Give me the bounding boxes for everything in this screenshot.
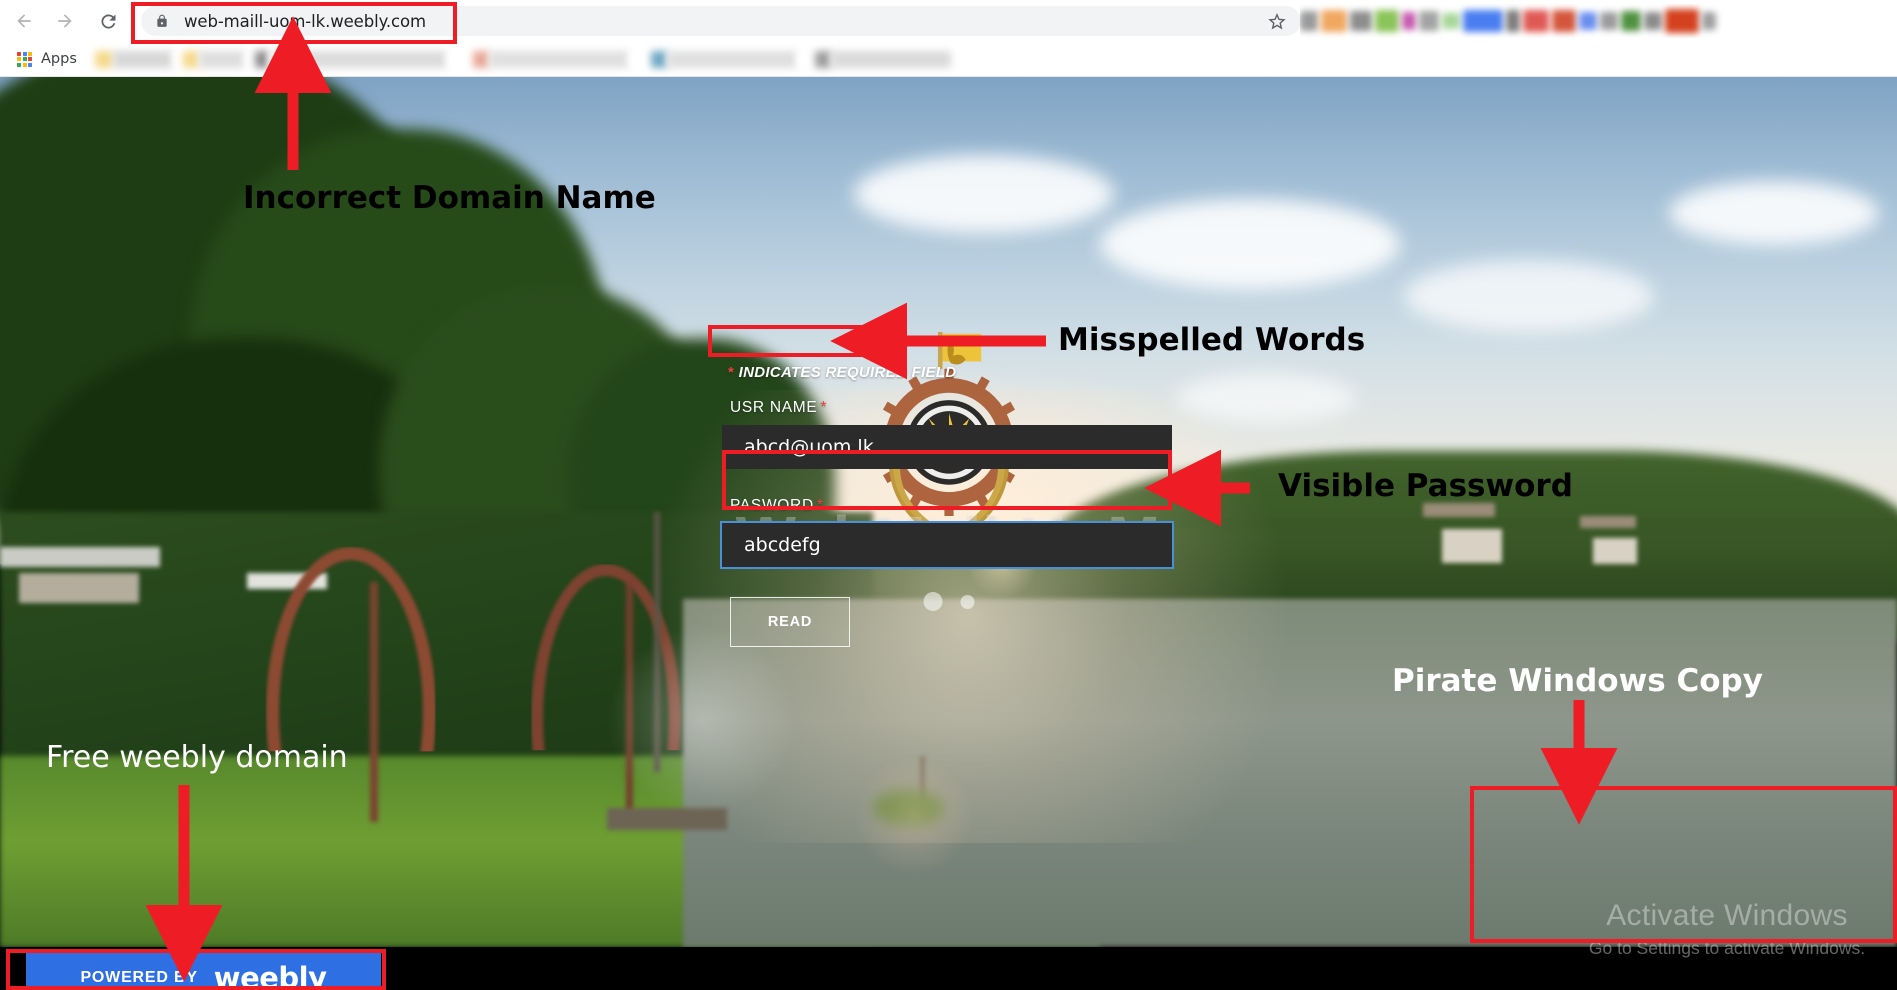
- bookmark-item[interactable]: [488, 50, 629, 68]
- extension-icon[interactable]: [1375, 10, 1399, 32]
- bookmark-item[interactable]: [198, 50, 245, 68]
- bookmark-item[interactable]: [276, 50, 297, 68]
- back-arrow-icon: [17, 14, 31, 28]
- password-label-text: PASWORD: [730, 497, 814, 514]
- username-required-asterisk: *: [820, 399, 828, 416]
- extension-icon[interactable]: [1300, 11, 1318, 31]
- powered-by-weebly-badge[interactable]: POWERED BY weebly: [26, 952, 381, 990]
- extension-icon[interactable]: [1644, 12, 1662, 30]
- username-label: USR NAME *: [730, 399, 1172, 417]
- water: [682, 599, 1897, 947]
- extension-icon[interactable]: [1621, 11, 1641, 31]
- bookmark-item[interactable]: [830, 50, 951, 68]
- reload-button[interactable]: [91, 4, 125, 38]
- password-input[interactable]: [722, 523, 1172, 567]
- login-form: * INDICATES REQUIRED FIELD USR NAME* PAS…: [722, 364, 1172, 647]
- extension-icon[interactable]: [1552, 10, 1576, 32]
- browser-window: web-maill-uom-lk.weebly.com Apps * INDIC…: [0, 0, 1897, 990]
- extension-icon[interactable]: [1579, 12, 1597, 30]
- extension-icon[interactable]: [1506, 10, 1520, 32]
- extension-icon[interactable]: [1350, 11, 1372, 31]
- extension-icons-strip: [1300, 4, 1890, 38]
- bookmark-item[interactable]: [650, 50, 667, 68]
- apps-grid-icon[interactable]: [17, 51, 32, 67]
- extension-icon[interactable]: [1442, 13, 1460, 29]
- extension-icon[interactable]: [1702, 12, 1716, 30]
- extension-icon[interactable]: [1600, 12, 1618, 30]
- username-input[interactable]: [722, 425, 1172, 469]
- omnibox-container: web-maill-uom-lk.weebly.com: [141, 6, 1301, 36]
- extension-icon[interactable]: [1665, 9, 1699, 33]
- bookmarks-bar: Apps » O: [0, 42, 1897, 112]
- forward-button[interactable]: [48, 4, 82, 38]
- password-label: PASWORD *: [730, 497, 1172, 515]
- page-viewport: WebMail UoM * INDICATES REQUIRED FIELD U…: [0, 77, 1897, 990]
- back-button[interactable]: [7, 4, 41, 38]
- bookmark-item[interactable]: [254, 50, 269, 68]
- extension-icon[interactable]: [1463, 10, 1503, 32]
- read-submit-button[interactable]: READ: [730, 597, 850, 647]
- bookmark-item[interactable]: [112, 50, 173, 68]
- required-asterisk: *: [728, 364, 735, 381]
- forward-arrow-icon: [58, 14, 72, 28]
- bookmark-item[interactable]: [296, 50, 447, 68]
- address-bar[interactable]: web-maill-uom-lk.weebly.com: [141, 6, 1301, 36]
- required-field-note: * INDICATES REQUIRED FIELD: [728, 364, 1172, 381]
- extension-icon[interactable]: [1419, 11, 1439, 31]
- bookmark-item[interactable]: [182, 50, 199, 68]
- bookmark-item[interactable]: [814, 50, 831, 68]
- username-label-text: USR NAME: [730, 399, 818, 416]
- lock-icon: [155, 13, 171, 29]
- bookmark-item[interactable]: [666, 50, 797, 68]
- extension-icon[interactable]: [1402, 12, 1416, 30]
- bookmark-star-button[interactable]: [1267, 11, 1287, 31]
- weebly-brand-label: weebly: [213, 961, 327, 990]
- password-required-asterisk: *: [816, 497, 824, 514]
- powered-by-label: POWERED BY: [80, 969, 198, 986]
- reload-icon: [100, 13, 115, 28]
- bookmark-items: [94, 50, 951, 68]
- bookmark-item[interactable]: [94, 50, 113, 68]
- bookmark-item[interactable]: [472, 50, 489, 68]
- url-text: web-maill-uom-lk.weebly.com: [184, 11, 426, 31]
- extension-icon[interactable]: [1321, 10, 1347, 32]
- apps-label[interactable]: Apps: [41, 51, 77, 67]
- extension-icon[interactable]: [1523, 10, 1549, 32]
- required-note-text: INDICATES REQUIRED FIELD: [738, 364, 957, 381]
- browser-toolbar: web-maill-uom-lk.weebly.com: [0, 0, 1897, 42]
